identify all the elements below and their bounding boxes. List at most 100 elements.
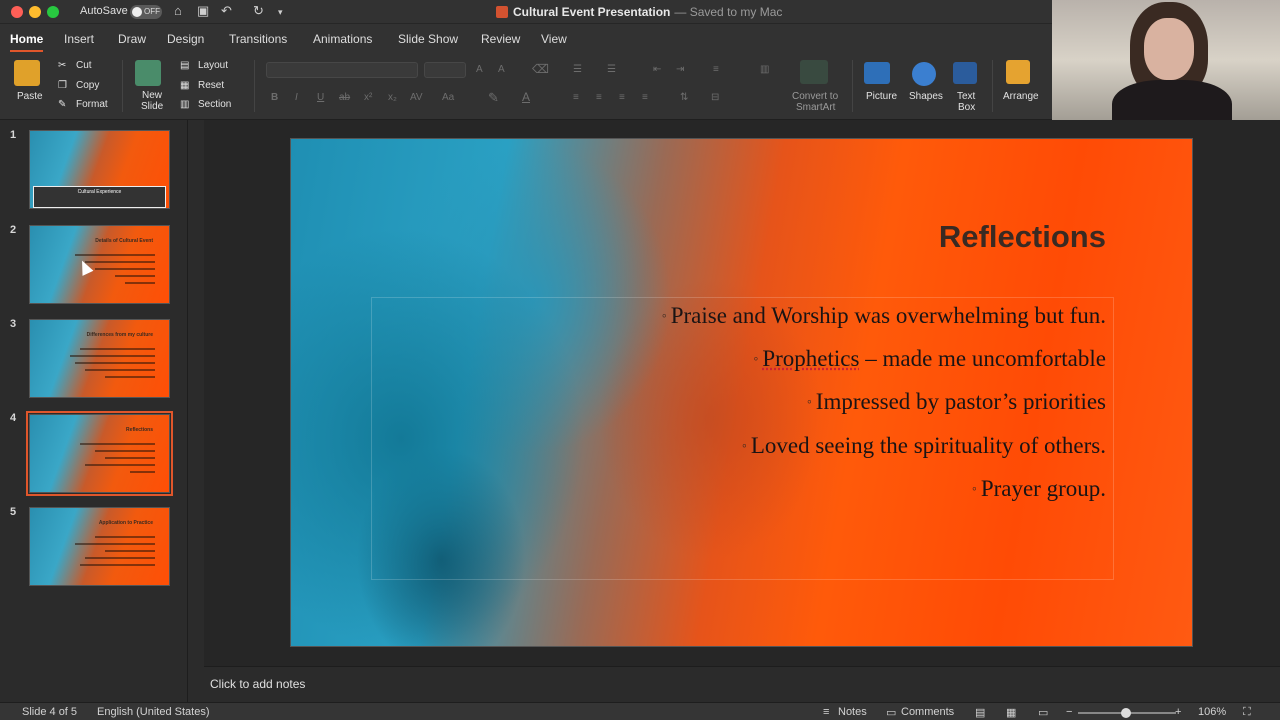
- save-icon[interactable]: ▣: [197, 3, 209, 19]
- tab-draw[interactable]: Draw: [118, 32, 146, 46]
- slide-thumbnail-4[interactable]: Reflections: [26, 411, 173, 496]
- font-size-dropdown[interactable]: [424, 62, 466, 78]
- customize-toolbar-icon[interactable]: ▾: [278, 7, 283, 18]
- slide-thumbnail-2[interactable]: Details of Cultural Event: [29, 225, 170, 304]
- tab-transitions[interactable]: Transitions: [229, 32, 287, 46]
- bullet-item[interactable]: ◦ Prophetics – made me uncomfortable: [753, 346, 1106, 372]
- font-color-icon[interactable]: A: [522, 90, 530, 104]
- bullet-item[interactable]: ◦ Prayer group.: [972, 476, 1106, 502]
- current-slide[interactable]: Reflections ◦ Praise and Worship was over…: [290, 138, 1193, 647]
- convert-smartart-line2[interactable]: SmartArt: [796, 102, 835, 113]
- tab-design[interactable]: Design: [167, 32, 204, 46]
- tab-animations[interactable]: Animations: [313, 32, 372, 46]
- change-case-icon[interactable]: Aa: [442, 92, 454, 103]
- tab-home[interactable]: Home: [10, 32, 44, 52]
- text-direction-icon[interactable]: ⇅: [680, 92, 688, 103]
- slide-thumbnail-3[interactable]: Differences from my culture: [29, 319, 170, 398]
- new-slide-icon[interactable]: [135, 60, 161, 86]
- slide-thumbnail-1[interactable]: Cultural Experience: [29, 130, 170, 209]
- minimize-window-button[interactable]: [29, 6, 41, 18]
- section-icon: ▥: [180, 99, 190, 110]
- new-slide-line2[interactable]: Slide: [141, 101, 163, 112]
- columns-icon[interactable]: ▥: [760, 64, 769, 75]
- thumbnail-text-line: [85, 464, 155, 466]
- shrink-font-icon[interactable]: A: [498, 64, 505, 75]
- bullet-item[interactable]: ◦ Praise and Worship was overwhelming but…: [662, 303, 1106, 329]
- arrange-icon[interactable]: [1006, 60, 1030, 84]
- language-indicator[interactable]: English (United States): [97, 706, 210, 718]
- maximize-window-button[interactable]: [47, 6, 59, 18]
- zoom-slider-handle[interactable]: [1121, 708, 1131, 718]
- grow-font-icon[interactable]: A: [476, 64, 483, 75]
- bullet-item[interactable]: ◦ Loved seeing the spirituality of others…: [742, 433, 1106, 459]
- text-box-line1[interactable]: Text: [957, 91, 975, 102]
- notes-pane[interactable]: Click to add notes: [204, 666, 1280, 702]
- superscript-icon[interactable]: x²: [364, 92, 372, 103]
- paste-button[interactable]: Paste: [17, 91, 43, 102]
- format-button[interactable]: Format: [76, 99, 108, 110]
- zoom-in-icon[interactable]: +: [1175, 706, 1181, 718]
- autosave-toggle[interactable]: OFF: [130, 5, 162, 19]
- bullets-icon[interactable]: ☰: [573, 64, 582, 75]
- cut-button[interactable]: Cut: [76, 60, 92, 71]
- arrange-button[interactable]: Arrange: [1003, 91, 1039, 102]
- align-right-icon[interactable]: ≡: [619, 92, 625, 103]
- layout-button[interactable]: Layout: [198, 60, 228, 71]
- picture-icon[interactable]: [864, 62, 890, 84]
- tab-review[interactable]: Review: [481, 32, 520, 46]
- thumbnail-text-line: [95, 536, 155, 538]
- align-text-icon[interactable]: ⊟: [711, 92, 719, 103]
- notes-toggle[interactable]: Notes: [838, 706, 867, 718]
- new-slide-line1[interactable]: New: [142, 90, 162, 101]
- convert-smartart-line1[interactable]: Convert to: [792, 91, 838, 102]
- smartart-icon[interactable]: [800, 60, 828, 84]
- close-window-button[interactable]: [11, 6, 23, 18]
- tab-slide-show[interactable]: Slide Show: [398, 32, 458, 46]
- slide-thumbnail-5[interactable]: Application to Practice: [29, 507, 170, 586]
- zoom-out-icon[interactable]: −: [1066, 706, 1072, 718]
- highlight-icon[interactable]: ✎: [488, 90, 499, 106]
- thumbnail-text-line: [105, 550, 155, 552]
- thumbnail-text-line: [75, 254, 155, 256]
- decrease-indent-icon[interactable]: ⇤: [653, 64, 661, 75]
- text-box-icon[interactable]: [953, 62, 977, 84]
- tab-view[interactable]: View: [541, 32, 567, 46]
- text-box-line2[interactable]: Box: [958, 102, 975, 113]
- reading-view-icon[interactable]: ▭: [1038, 706, 1048, 719]
- strikethrough-icon[interactable]: ab: [339, 92, 350, 103]
- zoom-level[interactable]: 106%: [1198, 706, 1226, 718]
- notes-placeholder[interactable]: Click to add notes: [210, 677, 305, 691]
- home-icon[interactable]: ⌂: [174, 3, 182, 18]
- slide-sorter-icon[interactable]: ▦: [1006, 706, 1016, 719]
- reset-button[interactable]: Reset: [198, 80, 224, 91]
- section-button[interactable]: Section: [198, 99, 231, 110]
- subscript-icon[interactable]: x₂: [388, 92, 397, 103]
- shapes-icon[interactable]: [912, 62, 936, 86]
- paste-icon[interactable]: [14, 60, 40, 86]
- italic-icon[interactable]: I: [295, 92, 298, 103]
- bullet-item[interactable]: ◦ Impressed by pastor’s priorities: [807, 389, 1106, 415]
- clear-format-icon[interactable]: ⌫: [532, 62, 549, 76]
- line-spacing-icon[interactable]: ≡: [713, 64, 719, 75]
- picture-button[interactable]: Picture: [866, 91, 897, 102]
- undo-icon[interactable]: ↶: [221, 3, 232, 19]
- fit-to-window-icon[interactable]: ⛶: [1243, 706, 1251, 719]
- comments-icon[interactable]: ▭: [886, 706, 896, 719]
- redo-icon[interactable]: ↻: [253, 3, 264, 19]
- increase-indent-icon[interactable]: ⇥: [676, 64, 684, 75]
- notes-icon[interactable]: ≡: [823, 706, 829, 718]
- font-family-dropdown[interactable]: [266, 62, 418, 78]
- slide-title[interactable]: Reflections: [939, 219, 1106, 255]
- shapes-button[interactable]: Shapes: [909, 91, 943, 102]
- character-spacing-icon[interactable]: AV: [410, 92, 423, 103]
- align-left-icon[interactable]: ≡: [573, 92, 579, 103]
- copy-button[interactable]: Copy: [76, 80, 99, 91]
- bold-icon[interactable]: B: [271, 92, 278, 103]
- numbering-icon[interactable]: ☰: [607, 64, 616, 75]
- normal-view-icon[interactable]: ▤: [975, 706, 985, 719]
- comments-toggle[interactable]: Comments: [901, 706, 954, 718]
- underline-icon[interactable]: U: [317, 92, 324, 103]
- justify-icon[interactable]: ≡: [642, 92, 648, 103]
- align-center-icon[interactable]: ≡: [596, 92, 602, 103]
- tab-insert[interactable]: Insert: [64, 32, 94, 46]
